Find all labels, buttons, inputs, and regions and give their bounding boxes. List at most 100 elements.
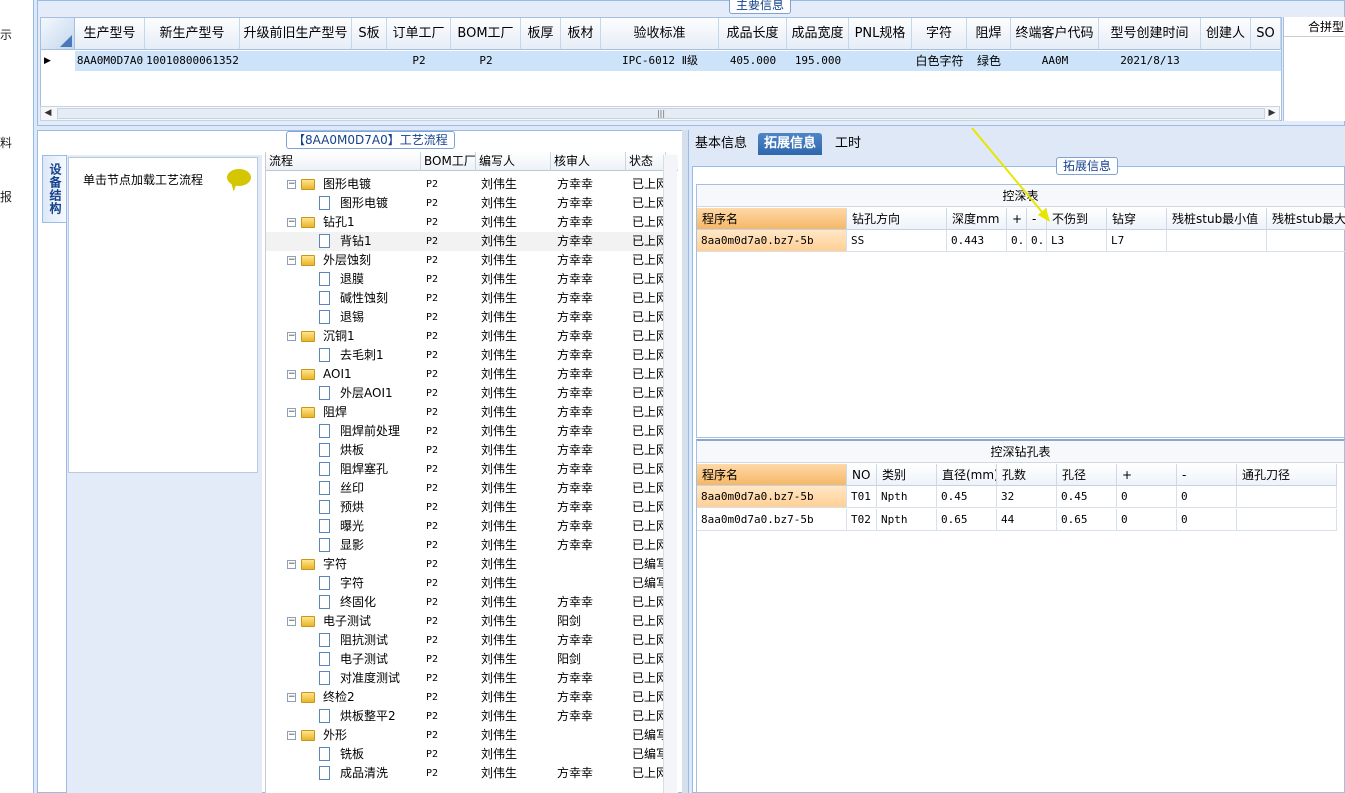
tree-col-header[interactable]: 编写人	[476, 152, 551, 171]
nav-fragment-1[interactable]: 示	[0, 26, 12, 43]
table-cell[interactable]: T02	[847, 509, 877, 531]
table-cell[interactable]	[1167, 230, 1267, 252]
tree-row[interactable]: − AOI1 P2 刘伟生 方幸幸 已上网	[266, 365, 666, 384]
scroll-left-icon[interactable]: ◀	[41, 107, 55, 120]
grid-cell[interactable]	[849, 51, 912, 71]
table-cell[interactable]: 0.65	[937, 509, 997, 531]
tree-row[interactable]: 退膜 P2 刘伟生 方幸幸 已上网	[266, 270, 666, 289]
tree-row[interactable]: 电子测试 P2 刘伟生 阳剑 已上网	[266, 650, 666, 669]
grid-cell[interactable]: 白色字符	[912, 51, 967, 71]
table-cell[interactable]: Npth	[877, 486, 937, 508]
tab-extended-info[interactable]: 拓展信息	[758, 133, 823, 155]
collapse-icon[interactable]: −	[287, 256, 296, 265]
tree-row[interactable]: 对准度测试 P2 刘伟生 方幸幸 已上网	[266, 669, 666, 688]
table-cell[interactable]: 0	[1177, 486, 1237, 508]
table-col-header[interactable]: NO	[847, 464, 877, 486]
table-col-header[interactable]: 钻穿	[1107, 208, 1167, 230]
table-cell[interactable]: 0.443	[947, 230, 1007, 252]
grid-cell[interactable]	[521, 51, 561, 71]
tree-row[interactable]: 烘板 P2 刘伟生 方幸幸 已上网	[266, 441, 666, 460]
tree-row[interactable]: − 图形电镀 P2 刘伟生 方幸幸 已上网	[266, 175, 666, 194]
tree-col-header[interactable]: 流程	[266, 152, 421, 171]
grid-cell[interactable]: 195.000	[787, 51, 849, 71]
grid-cell[interactable]: AA0M	[1011, 51, 1099, 71]
tree-row[interactable]: − 钻孔1 P2 刘伟生 方幸幸 已上网	[266, 213, 666, 232]
table-cell[interactable]: 0	[1177, 509, 1237, 531]
col-header[interactable]: 成品宽度	[787, 18, 849, 50]
col-header[interactable]: 新生产型号	[145, 18, 240, 50]
table-cell[interactable]: Npth	[877, 509, 937, 531]
table-col-header[interactable]: +	[1007, 208, 1027, 230]
tree-row[interactable]: 阻抗测试 P2 刘伟生 方幸幸 已上网	[266, 631, 666, 650]
grid-cell[interactable]: 8AA0M0D7A0	[75, 51, 145, 71]
merge-header[interactable]: 合拼型	[1284, 17, 1345, 37]
col-header[interactable]: PNL规格	[849, 18, 912, 50]
table-cell[interactable]: 0.45	[937, 486, 997, 508]
table-cell[interactable]: 8aa0m0d7a0.bz7-5b	[697, 509, 847, 531]
grid-cell[interactable]	[561, 51, 601, 71]
col-header[interactable]: 创建人	[1201, 18, 1251, 50]
table-col-header[interactable]: 直径(mm)	[937, 464, 997, 486]
grid-cell[interactable]: 405.000	[719, 51, 787, 71]
tree-row[interactable]: 外层AOI1 P2 刘伟生 方幸幸 已上网	[266, 384, 666, 403]
col-header[interactable]: 成品长度	[719, 18, 787, 50]
tree-row[interactable]: − 沉铜1 P2 刘伟生 方幸幸 已上网	[266, 327, 666, 346]
table-cell[interactable]: T01	[847, 486, 877, 508]
grid-corner[interactable]	[41, 18, 75, 50]
table-cell[interactable]: SS	[847, 230, 947, 252]
tree-row[interactable]: − 阻焊 P2 刘伟生 方幸幸 已上网	[266, 403, 666, 422]
collapse-icon[interactable]: −	[287, 370, 296, 379]
table-cell[interactable]: L3	[1047, 230, 1107, 252]
table-cell[interactable]: 0	[1117, 509, 1177, 531]
table-cell[interactable]: 0..	[1027, 230, 1047, 252]
table-col-header[interactable]: 程序名	[697, 208, 847, 230]
equipment-structure-tab[interactable]: 设备结构	[42, 155, 66, 223]
grid-cell[interactable]: P2	[387, 51, 451, 71]
tree-row[interactable]: 烘板整平2 P2 刘伟生 方幸幸 已上网	[266, 707, 666, 726]
col-header[interactable]: 字符	[912, 18, 967, 50]
table-col-header[interactable]: 残桩stub最小值	[1167, 208, 1267, 230]
tab-basic-info[interactable]: 基本信息	[689, 133, 753, 155]
tab-work-hours[interactable]: 工时	[829, 133, 867, 155]
table-cell[interactable]: 8aa0m0d7a0.bz7-5b	[697, 486, 847, 508]
table-col-header[interactable]: 残桩stub最大	[1267, 208, 1345, 230]
tree-row[interactable]: 退锡 P2 刘伟生 方幸幸 已上网	[266, 308, 666, 327]
table-col-header[interactable]: 程序名	[697, 464, 847, 486]
table-col-header[interactable]: +	[1117, 464, 1177, 486]
table-cell[interactable]: 0.45	[1057, 486, 1117, 508]
table-col-header[interactable]: 通孔刀径	[1237, 464, 1337, 486]
col-header[interactable]: BOM工厂	[451, 18, 521, 50]
table-col-header[interactable]: 类别	[877, 464, 937, 486]
col-header[interactable]: 板材	[561, 18, 601, 50]
tree-row[interactable]: 阻焊前处理 P2 刘伟生 方幸幸 已上网	[266, 422, 666, 441]
table-cell[interactable]	[1267, 230, 1345, 252]
tree-row[interactable]: 丝印 P2 刘伟生 方幸幸 已上网	[266, 479, 666, 498]
table-col-header[interactable]: -	[1027, 208, 1047, 230]
tree-vscrollbar[interactable]	[663, 155, 677, 793]
nav-fragment-2[interactable]: 料	[0, 134, 12, 151]
tree-row[interactable]: 曝光 P2 刘伟生 方幸幸 已上网	[266, 517, 666, 536]
tree-row[interactable]: 成品清洗 P2 刘伟生 方幸幸 已上网	[266, 764, 666, 783]
grid-cell[interactable]	[1201, 51, 1251, 71]
tree-row[interactable]: 碱性蚀刻 P2 刘伟生 方幸幸 已上网	[266, 289, 666, 308]
collapse-icon[interactable]: −	[287, 693, 296, 702]
table-cell[interactable]: 32	[997, 486, 1057, 508]
table-col-header[interactable]: 孔数	[997, 464, 1057, 486]
tree-row[interactable]: 终固化 P2 刘伟生 方幸幸 已上网	[266, 593, 666, 612]
table-cell[interactable]: 0..	[1007, 230, 1027, 252]
table-col-header[interactable]: 不伤到	[1047, 208, 1107, 230]
collapse-icon[interactable]: −	[287, 408, 296, 417]
tree-row[interactable]: − 字符 P2 刘伟生 已编写	[266, 555, 666, 574]
table-col-header[interactable]: 深度mm	[947, 208, 1007, 230]
table-col-header[interactable]: 孔径	[1057, 464, 1117, 486]
tree-row[interactable]: 图形电镀 P2 刘伟生 方幸幸 已上网	[266, 194, 666, 213]
grid-cell[interactable]: IPC-6012 Ⅱ级	[601, 51, 719, 71]
col-header[interactable]: 板厚	[521, 18, 561, 50]
col-header[interactable]: 阻焊	[967, 18, 1011, 50]
tree-row[interactable]: − 电子测试 P2 刘伟生 阳剑 已上网	[266, 612, 666, 631]
collapse-icon[interactable]: −	[287, 560, 296, 569]
col-header[interactable]: 升级前旧生产型号	[240, 18, 352, 50]
table-cell[interactable]	[1237, 509, 1337, 531]
tree-col-header[interactable]: 状态	[626, 152, 666, 171]
col-header[interactable]: 验收标准	[601, 18, 719, 50]
